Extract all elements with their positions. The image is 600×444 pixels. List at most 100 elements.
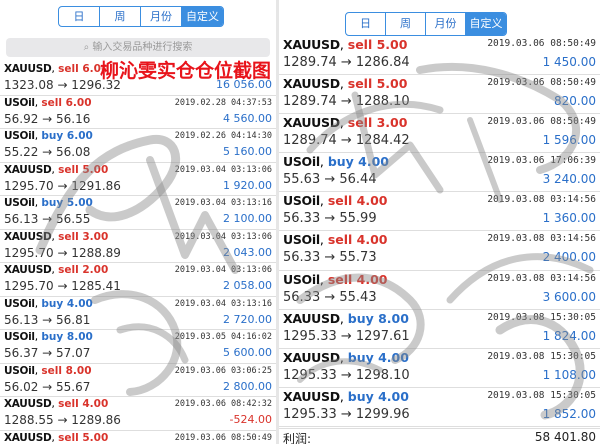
order-row[interactable]: USOil, sell 4.00 2019.03.08 03:14:56 56.33… [279, 271, 600, 310]
search-icon: ⌕ [83, 42, 90, 53]
order-row[interactable]: USOil, buy 4.00 2019.03.04 03:13:16 56.13 … [0, 297, 276, 330]
order-symbol: XAUUSD [283, 76, 340, 92]
order-profit: 1 852.00 [542, 406, 596, 421]
order-prices: 56.92 → 56.16 [4, 111, 91, 126]
order-symbol: XAUUSD [4, 163, 52, 176]
order-prices: 56.02 → 55.67 [4, 379, 91, 394]
order-action: sell 4.00 [327, 193, 388, 209]
order-symbol: USOil [4, 331, 35, 343]
order-time: 2019.03.08 15:30:05 [487, 311, 596, 323]
order-profit: 2 720.00 [223, 312, 272, 326]
order-profit: 3 240.00 [542, 172, 596, 187]
order-row[interactable]: USOil, buy 5.00 2019.03.04 03:13:16 56.13 … [0, 196, 276, 230]
order-profit: 4 560.00 [223, 111, 272, 125]
order-prices: 1289.74 → 1288.10 [283, 94, 410, 110]
tab-custom[interactable]: 自定义 [466, 13, 506, 35]
order-action: sell 4.00 [327, 232, 388, 248]
screenshot-collage: 日 周 月份 自定义 ⌕ 输入交易品种进行搜索 XAUUSD, sell 6.0… [0, 0, 600, 444]
order-symbol: XAUUSD [4, 63, 52, 75]
order-profit: 2 043.00 [223, 245, 272, 259]
order-row[interactable]: USOil, buy 4.00 2019.03.06 17:06:39 55.63 … [279, 153, 600, 193]
order-action: sell 3.00 [58, 230, 109, 243]
order-action: sell 5.00 [58, 163, 109, 176]
tab-day[interactable]: 日 [346, 13, 386, 35]
order-time: 2019.03.06 08:50:49 [487, 38, 596, 49]
order-row[interactable]: XAUUSD, sell 3.00 2019.03.04 03:13:06 1295… [0, 230, 276, 263]
order-row[interactable]: XAUUSD, buy 4.00 2019.03.08 15:30:05 1295.… [279, 349, 600, 388]
order-action: sell 4.00 [58, 398, 109, 410]
order-action: sell 4.00 [327, 271, 388, 287]
order-row[interactable]: USOil, buy 6.00 2019.02.26 04:14:30 55.22 … [0, 129, 276, 163]
order-time: 2019.02.28 04:37:53 [174, 97, 272, 108]
order-time: 2019.03.04 03:13:16 [174, 298, 272, 309]
order-action: buy 8.00 [41, 331, 93, 343]
total-profit-value: 58 401.80 [534, 430, 596, 444]
tab-week[interactable]: 周 [386, 13, 426, 35]
order-symbol: XAUUSD [4, 230, 52, 243]
search-placeholder: 输入交易品种进行搜索 [92, 42, 193, 53]
order-action: buy 5.00 [41, 197, 93, 209]
order-time: 2019.03.06 17:06:39 [487, 155, 596, 167]
order-row[interactable]: USOil, sell 4.00 2019.03.08 03:14:56 56.33… [279, 192, 600, 232]
order-profit: 820.00 [554, 94, 596, 109]
order-action: sell 5.00 [347, 76, 408, 92]
order-row[interactable]: XAUUSD, sell 5.00 2019.03.06 08:50:49 1289… [279, 36, 600, 76]
order-profit: 1 920.00 [223, 178, 272, 192]
order-prices: 1295.70 → 1291.86 [4, 178, 121, 193]
order-row[interactable]: XAUUSD, sell 4.00 2019.03.06 08:42:32 1288… [0, 397, 276, 431]
order-row[interactable]: XAUUSD, sell 5.00 2019.03.04 03:13:06 1295… [0, 163, 276, 196]
tab-month[interactable]: 月份 [141, 7, 182, 26]
order-time: 2019.03.08 15:30:05 [487, 350, 596, 362]
order-symbol: USOil [4, 197, 35, 209]
order-action: buy 4.00 [347, 388, 409, 404]
order-action: buy 8.00 [347, 310, 409, 326]
order-symbol: XAUUSD [283, 115, 340, 131]
tab-week[interactable]: 周 [100, 7, 141, 26]
order-profit: 2 100.00 [223, 212, 272, 225]
order-prices: 1295.33 → 1297.61 [283, 328, 410, 344]
order-symbol: USOil [283, 193, 320, 209]
tab-month[interactable]: 月份 [426, 13, 466, 35]
order-time: 2019.03.08 03:14:56 [487, 233, 596, 245]
order-row[interactable]: USOil, buy 8.00 2019.03.05 04:16:02 56.37 … [0, 330, 276, 364]
order-time: 2019.03.06 08:42:32 [174, 399, 272, 409]
order-profit: 1 450.00 [542, 55, 596, 69]
order-time: 2019.03.04 03:13:06 [174, 164, 272, 175]
order-row[interactable]: USOil, sell 6.00 2019.02.28 04:37:53 56.92… [0, 96, 276, 129]
order-time: 2019.03.08 03:14:56 [487, 194, 596, 206]
order-prices: 55.22 → 56.08 [4, 145, 91, 159]
order-action: sell 3.00 [347, 115, 408, 131]
order-prices: 56.33 → 55.73 [283, 250, 377, 266]
order-action: sell 5.00 [58, 431, 109, 444]
order-symbol: USOil [283, 154, 320, 170]
order-symbol: XAUUSD [4, 264, 52, 276]
order-action: sell 6.00 [41, 96, 92, 109]
order-profit: 3 600.00 [542, 289, 596, 304]
order-prices: 1289.74 → 1286.84 [283, 55, 410, 70]
tab-day[interactable]: 日 [59, 7, 100, 26]
order-row[interactable]: USOil, sell 4.00 2019.03.08 03:14:56 56.33… [279, 231, 600, 271]
order-time: 2019.03.04 03:13:16 [174, 198, 272, 208]
order-symbol: USOil [283, 271, 320, 287]
order-prices: 55.63 → 56.44 [283, 172, 377, 188]
order-row[interactable]: XAUUSD, buy 8.00 2019.03.08 15:30:05 1295.… [279, 310, 600, 349]
order-action: sell 2.00 [58, 264, 109, 276]
order-profit: 2 800.00 [223, 379, 272, 393]
order-profit: 2 400.00 [542, 250, 596, 265]
total-profit-label: 利润: [283, 432, 312, 444]
order-prices: 56.37 → 57.07 [4, 346, 91, 360]
order-row[interactable]: USOil, sell 8.00 2019.03.06 03:06:25 56.02… [0, 364, 276, 397]
tab-custom[interactable]: 自定义 [182, 7, 223, 26]
order-row[interactable]: XAUUSD, sell 2.00 2019.03.04 03:13:06 1295… [0, 263, 276, 297]
order-symbol: XAUUSD [283, 310, 340, 326]
order-row[interactable]: XAUUSD, sell 5.00 2019.03.06 08:50:49 1289… [279, 75, 600, 115]
order-row[interactable]: XAUUSD, sell 5.00 2019.03.06 08:50:49 [0, 431, 276, 444]
order-profit: 1 824.00 [542, 328, 596, 343]
order-prices: 1289.74 → 1284.42 [283, 133, 410, 149]
symbol-search-input[interactable]: ⌕ 输入交易品种进行搜索 [6, 38, 270, 57]
order-symbol: XAUUSD [283, 349, 340, 365]
order-row[interactable]: XAUUSD, buy 4.00 2019.03.08 15:30:05 1295.… [279, 388, 600, 427]
order-time: 2019.02.26 04:14:30 [174, 131, 272, 141]
order-time: 2019.03.08 15:30:05 [487, 389, 596, 401]
order-row[interactable]: XAUUSD, sell 3.00 2019.03.06 08:50:49 1289… [279, 114, 600, 154]
